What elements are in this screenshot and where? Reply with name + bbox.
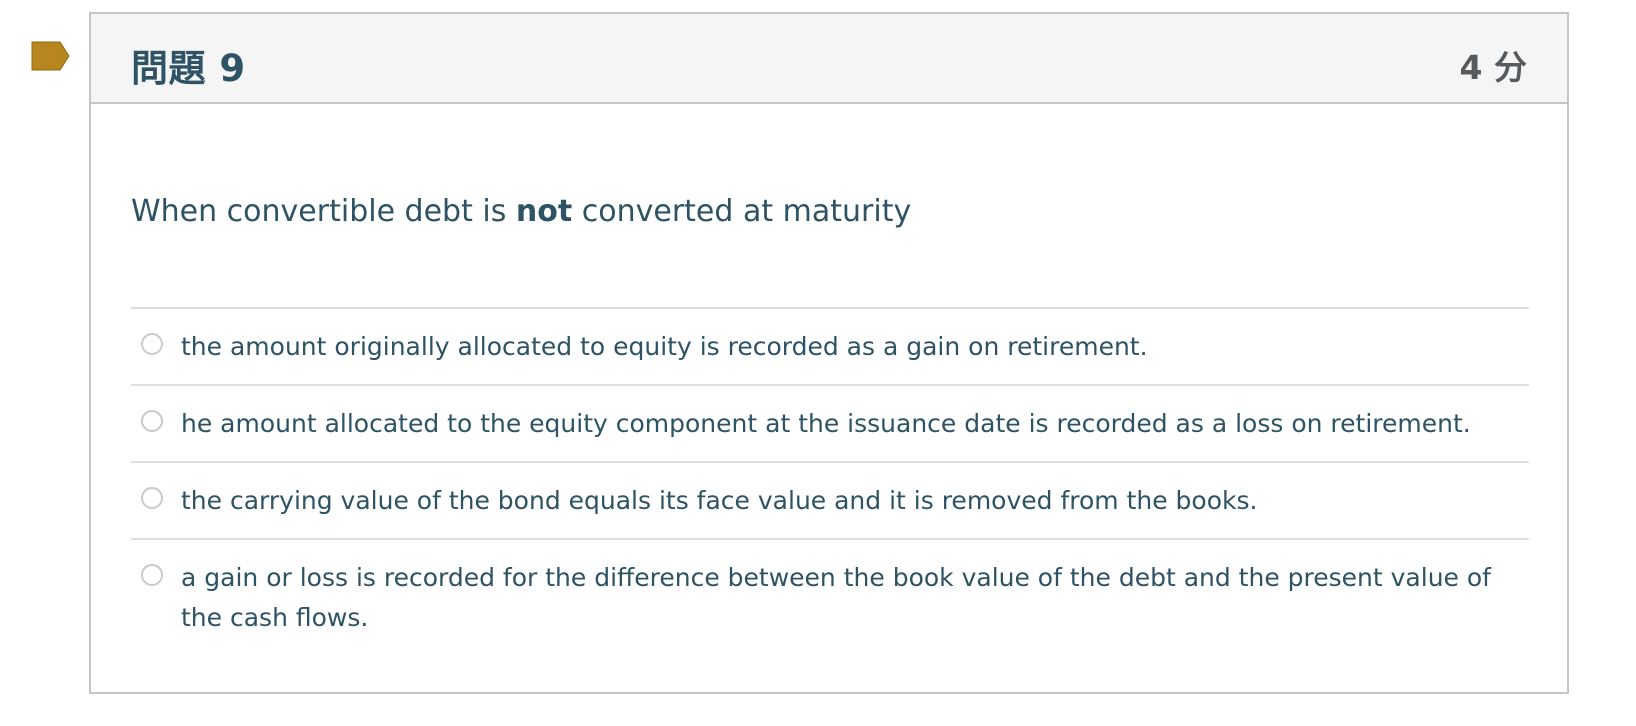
answer-option-2[interactable]: he amount allocated to the equity compon…	[131, 384, 1529, 461]
radio-button[interactable]	[141, 333, 163, 355]
answer-label[interactable]: he amount allocated to the equity compon…	[181, 404, 1519, 444]
question-title: 問題 9	[131, 47, 246, 90]
answer-option-4[interactable]: a gain or loss is recorded for the diffe…	[131, 538, 1529, 650]
radio-button[interactable]	[141, 564, 163, 586]
question-text: When convertible debt is not converted a…	[131, 194, 911, 229]
question-text-end: converted at maturity	[572, 194, 912, 229]
question-text-emphasis: not	[515, 194, 573, 229]
question-header: 問題 9 4 分	[91, 14, 1567, 104]
radio-button[interactable]	[141, 487, 163, 509]
question-card: 問題 9 4 分 When convertible debt is not co…	[89, 12, 1569, 694]
answer-label[interactable]: a gain or loss is recorded for the diffe…	[181, 558, 1519, 638]
answer-list: the amount originally allocated to equit…	[131, 307, 1529, 650]
answer-label[interactable]: the carrying value of the bond equals it…	[181, 481, 1519, 521]
answer-label[interactable]: the amount originally allocated to equit…	[181, 327, 1519, 367]
question-text-start: When convertible debt is	[131, 194, 516, 229]
answer-option-1[interactable]: the amount originally allocated to equit…	[131, 307, 1529, 384]
question-points: 4 分	[1459, 48, 1527, 87]
quiz-page: 問題 9 4 分 When convertible debt is not co…	[0, 0, 1636, 726]
answer-option-3[interactable]: the carrying value of the bond equals it…	[131, 461, 1529, 538]
flag-icon[interactable]	[30, 40, 71, 72]
radio-button[interactable]	[141, 410, 163, 432]
